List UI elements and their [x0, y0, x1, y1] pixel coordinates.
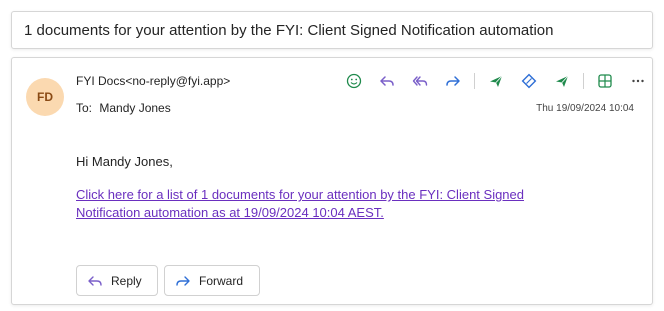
forward-button-label: Forward: [199, 273, 244, 288]
send-green-button-2[interactable]: [550, 69, 574, 93]
emoji-reaction-button[interactable]: [342, 69, 366, 93]
reply-icon: [88, 275, 102, 286]
sender-address[interactable]: FYI Docs<no-reply@fyi.app>: [76, 74, 230, 88]
reply-icon: [380, 76, 394, 86]
reply-all-toolbar-button[interactable]: [408, 69, 432, 93]
toolbar-divider: [474, 73, 475, 89]
forward-button[interactable]: Forward: [164, 265, 260, 296]
reply-toolbar-button[interactable]: [375, 69, 399, 93]
forward-toolbar-button[interactable]: [441, 69, 465, 93]
forward-icon: [176, 275, 190, 286]
received-timestamp: Thu 19/09/2024 10:04: [536, 103, 634, 114]
send-green-icon-2: [556, 75, 569, 87]
grid-icon: [598, 74, 612, 88]
recipient-name[interactable]: Mandy Jones: [99, 101, 170, 115]
reply-button-label: Reply: [111, 273, 142, 288]
email-card: FD FYI Docs<no-reply@fyi.app> To: Mandy …: [11, 57, 653, 305]
more-icon: [632, 79, 644, 83]
avatar[interactable]: FD: [26, 78, 64, 116]
recipient-line: To: Mandy Jones: [76, 101, 171, 115]
greeting-text: Hi Mandy Jones,: [76, 154, 173, 169]
avatar-initials: FD: [37, 90, 53, 104]
more-actions-button[interactable]: [626, 69, 650, 93]
reply-button[interactable]: Reply: [76, 265, 158, 296]
email-subject: 1 documents for your attention by the FY…: [24, 21, 554, 39]
diamond-action-button[interactable]: [517, 69, 541, 93]
to-label: To:: [76, 101, 93, 115]
message-toolbar: [342, 69, 659, 93]
subject-bar: 1 documents for your attention by the FY…: [11, 11, 653, 49]
send-green-icon: [490, 75, 503, 87]
forward-icon: [446, 76, 460, 86]
reply-all-icon: [412, 76, 428, 86]
emoji-icon: [346, 73, 362, 89]
diamond-icon: [521, 73, 537, 89]
documents-link[interactable]: Click here for a list of 1 documents for…: [76, 186, 586, 222]
send-to-fyi-button[interactable]: [484, 69, 508, 93]
apps-grid-button[interactable]: [593, 69, 617, 93]
toolbar-divider-2: [583, 73, 584, 89]
